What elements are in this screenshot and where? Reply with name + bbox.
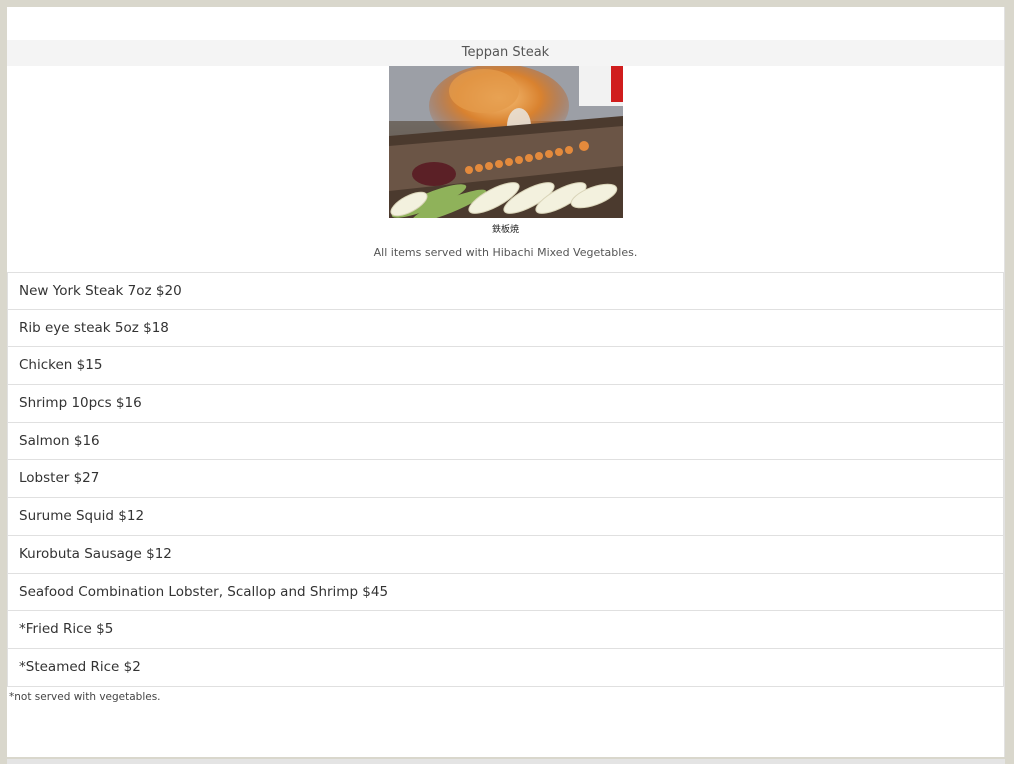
- teppanyaki-photo: [389, 66, 623, 218]
- footnote: *not served with vegetables.: [9, 691, 161, 703]
- menu-item-surume-squid: Surume Squid $12: [7, 498, 1004, 536]
- menu-item-seafood-combination: Seafood Combination Lobster, Scallop and…: [7, 573, 1004, 612]
- menu-item-lobster: Lobster $27: [7, 460, 1004, 499]
- image-caption: 鉄板焼: [491, 225, 519, 235]
- vegetables-note: All items served with Hibachi Mixed Vege…: [373, 246, 638, 259]
- menu-item-steamed-rice: *Steamed Rice $2: [7, 648, 1004, 687]
- menu-item-rib-eye-steak: Rib eye steak 5oz $18: [7, 309, 1004, 348]
- menu-list: New York Steak 7oz $20 Rib eye steak 5oz…: [7, 272, 1004, 687]
- menu-item-shrimp: Shrimp 10pcs $16: [7, 385, 1004, 423]
- menu-item-new-york-steak: New York Steak 7oz $20: [7, 272, 1004, 310]
- menu-item-salmon: Salmon $16: [7, 422, 1004, 461]
- menu-item-kurobuta-sausage: Kurobuta Sausage $12: [7, 535, 1004, 574]
- bottom-divider: [7, 759, 1005, 764]
- menu-item-chicken: Chicken $15: [7, 347, 1004, 386]
- menu-panel: Teppan Steak 鉄板焼 All items served with H…: [7, 7, 1005, 757]
- menu-item-fried-rice: *Fried Rice $5: [7, 611, 1004, 649]
- section-title: Teppan Steak: [7, 40, 1004, 66]
